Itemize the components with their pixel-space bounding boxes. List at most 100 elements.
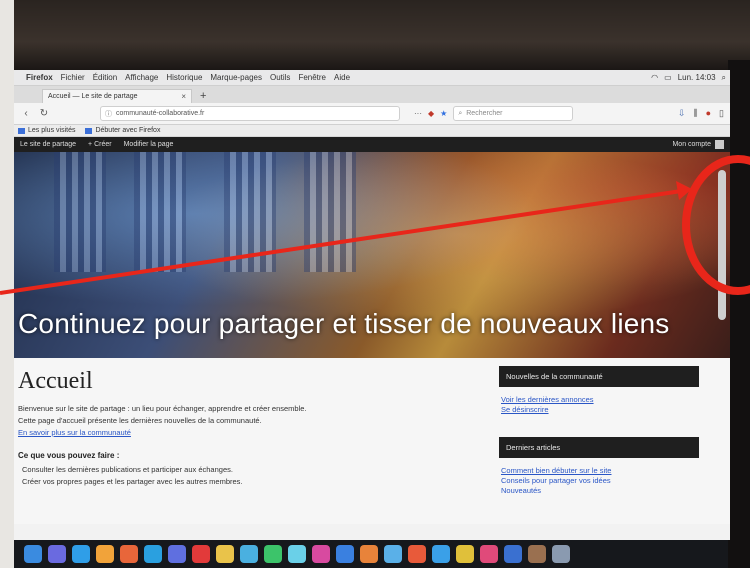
stained-glass-decoration [224, 152, 276, 272]
app-store-icon[interactable] [336, 545, 354, 563]
calendar-icon[interactable] [192, 545, 210, 563]
facetime-icon[interactable] [264, 545, 282, 563]
keynote-icon[interactable] [480, 545, 498, 563]
finder-icon[interactable] [24, 545, 42, 563]
preview-icon[interactable] [240, 545, 258, 563]
hero-banner: Continuez pour partager et tisser de nou… [14, 152, 730, 358]
widget-link[interactable]: Se désinscrire [501, 405, 697, 415]
sidebar-icon[interactable]: ▯ [719, 108, 724, 119]
macos-dock [14, 540, 728, 568]
wifi-icon[interactable]: ◠ [651, 73, 658, 83]
address-bar[interactable]: ⓘ communauté-collaborative.fr [100, 106, 400, 121]
back-icon[interactable]: ‹ [20, 108, 32, 119]
avatar[interactable] [715, 140, 724, 149]
firefox-icon [85, 127, 93, 134]
menubar-item[interactable]: Affichage [125, 73, 158, 82]
stained-glass-decoration [134, 152, 186, 272]
list-heading: Ce que vous pouvez faire : [18, 451, 120, 460]
widget-text: Nouveautés [501, 486, 542, 495]
widget-title: Nouvelles de la communauté [499, 366, 699, 387]
url-text: communauté-collaborative.fr [116, 110, 205, 117]
messages-icon[interactable] [288, 545, 306, 563]
bookmark-item[interactable]: Les plus visités [18, 127, 75, 134]
stained-glass-decoration [54, 152, 106, 272]
stained-glass-decoration [304, 152, 356, 272]
widget-body: Comment bien débuter sur le site Conseil… [499, 458, 699, 496]
bookmark-label: Les plus visités [28, 127, 76, 134]
admin-edit-link[interactable]: Modifier la page [124, 141, 174, 148]
downloads-stack-icon[interactable] [528, 545, 546, 563]
page-title: Accueil [18, 368, 93, 394]
menubar-item[interactable]: Édition [93, 73, 117, 82]
search-icon: ⌕ [458, 109, 463, 117]
bookmark-star-icon[interactable]: ★ [440, 109, 447, 118]
browser-tab-bar: Accueil — Le site de partage × + [14, 86, 730, 103]
spotlight-search-icon[interactable]: ⌕ [722, 73, 726, 83]
widget-link[interactable]: Voir les dernières annonces [501, 395, 697, 405]
skype-icon[interactable] [432, 545, 450, 563]
menubar-item[interactable]: Aide [334, 73, 350, 82]
admin-user-label[interactable]: Mon compte [672, 141, 711, 148]
trash-icon[interactable] [552, 545, 570, 563]
admin-site-name[interactable]: Le site de partage [20, 141, 76, 148]
photos-icon[interactable] [168, 545, 186, 563]
menubar-item[interactable]: Outils [270, 73, 290, 82]
widget-body: Voir les dernières annonces Se désinscri… [499, 387, 699, 415]
firefox-icon[interactable] [120, 545, 138, 563]
widget-link[interactable]: Comment bien débuter sur le site [501, 466, 697, 476]
admin-new-button[interactable]: + Créer [88, 141, 112, 148]
list-item: Consulter les dernières publications et … [22, 464, 488, 476]
sidebar: Nouvelles de la communauté Voir les dern… [499, 366, 699, 496]
close-tab-icon[interactable]: × [181, 92, 186, 101]
main-column: Accueil Bienvenue sur le site de partage… [18, 368, 488, 488]
site-admin-bar: Le site de partage + Créer Modifier la p… [14, 137, 730, 152]
menubar-app-name[interactable]: Firefox [26, 73, 53, 82]
numbers-icon[interactable] [456, 545, 474, 563]
widget-text: Conseils pour partager vos idées [501, 476, 611, 485]
new-tab-button[interactable]: + [192, 89, 214, 103]
bookmark-item[interactable]: Débuter avec Firefox [85, 127, 160, 134]
info-icon: ⓘ [105, 110, 112, 118]
extension-icon[interactable]: ● [706, 108, 711, 119]
vlc-icon[interactable] [360, 545, 378, 563]
menubar-item[interactable]: Fenêtre [298, 73, 326, 82]
menubar-clock[interactable]: Lun. 14:03 [678, 73, 716, 83]
library-icon[interactable]: ⫼ [693, 108, 697, 119]
bookmarks-bar: Les plus visités Débuter avec Firefox [14, 125, 730, 137]
more-actions-icon[interactable]: ··· [414, 109, 422, 118]
menubar-item[interactable]: Historique [166, 73, 202, 82]
stickies-icon[interactable] [216, 545, 234, 563]
word-icon[interactable] [504, 545, 522, 563]
page-scrollbar[interactable] [718, 170, 726, 320]
sidebar-widget: Derniers articles Comment bien débuter s… [499, 437, 699, 496]
search-box[interactable]: ⌕ Rechercher [453, 106, 574, 121]
mail-icon[interactable] [144, 545, 162, 563]
list-item: Créer vos propres pages et les partager … [22, 476, 488, 488]
reload-icon[interactable]: ↻ [38, 108, 50, 119]
sidebar-widget: Nouvelles de la communauté Voir les dern… [499, 366, 699, 415]
browser-tab[interactable]: Accueil — Le site de partage × [42, 89, 192, 103]
laptop-screen: Firefox Fichier Édition Affichage Histor… [14, 70, 730, 540]
photo-background-top [0, 0, 750, 70]
pocket-icon[interactable]: ◆ [428, 109, 434, 118]
macos-menubar: Firefox Fichier Édition Affichage Histor… [14, 70, 730, 86]
menubar-item[interactable]: Fichier [61, 73, 85, 82]
page-content: Accueil Bienvenue sur le site de partage… [14, 358, 730, 524]
search-placeholder: Rechercher [466, 110, 503, 117]
menubar-item[interactable]: Marque-pages [210, 73, 262, 82]
intro-link[interactable]: En savoir plus sur la communauté [18, 428, 131, 437]
notes-icon[interactable] [96, 545, 114, 563]
system-preferences-icon[interactable] [384, 545, 402, 563]
bookmark-label: Débuter avec Firefox [95, 127, 161, 134]
intro-line: Cette page d'accueil présente les derniè… [18, 416, 262, 425]
intro-line: Bienvenue sur le site de partage : un li… [18, 404, 307, 413]
bullet-list: Consulter les dernières publications et … [18, 464, 488, 488]
launchpad-icon[interactable] [48, 545, 66, 563]
safari-icon[interactable] [72, 545, 90, 563]
books-icon[interactable] [408, 545, 426, 563]
folder-icon [18, 127, 25, 134]
page-actions: ··· ◆ ★ [414, 109, 447, 118]
battery-icon[interactable]: ▭ [664, 73, 672, 83]
itunes-icon[interactable] [312, 545, 330, 563]
download-icon[interactable]: ⇩ [678, 108, 686, 119]
